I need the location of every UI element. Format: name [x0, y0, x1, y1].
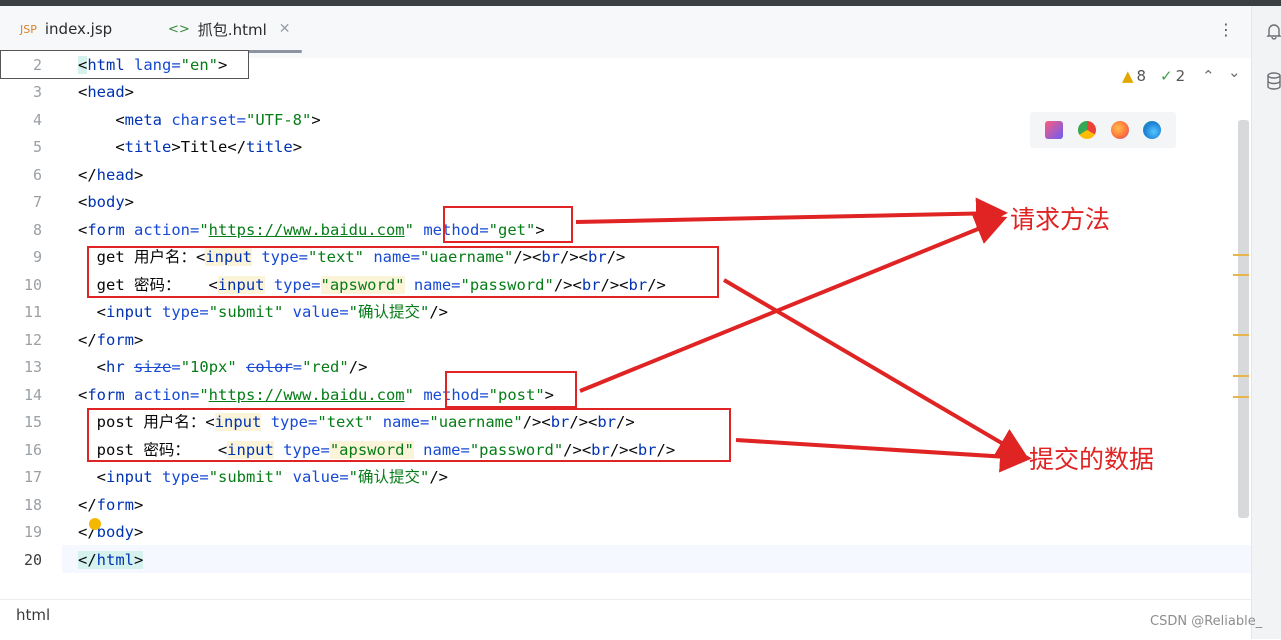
- post-inputs-box: [87, 408, 731, 462]
- arrow-get-method: [575, 197, 1008, 230]
- method-get-box: [443, 206, 573, 243]
- method-annotation-label: 请求方法: [1010, 205, 1111, 234]
- arrow-post-data: [735, 438, 1032, 473]
- data-annotation-label: 提交的数据: [1029, 445, 1155, 474]
- get-inputs-box: [87, 246, 719, 298]
- annotation-overlay: [87, 197, 1032, 473]
- arrow-get-data: [722, 278, 1029, 460]
- method-post-box: [445, 371, 577, 408]
- arrow-post-method: [579, 214, 1008, 393]
